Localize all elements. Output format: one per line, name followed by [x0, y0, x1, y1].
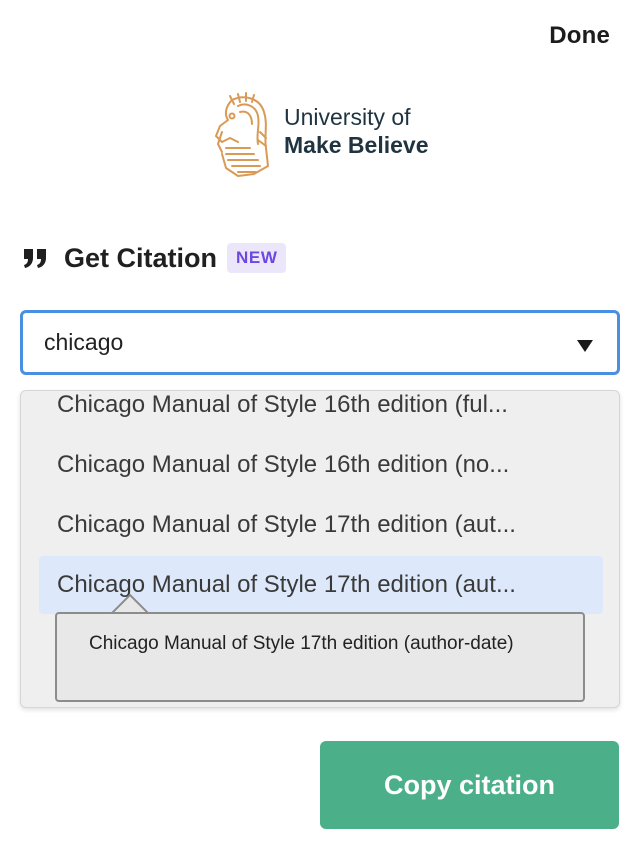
dropdown-option[interactable]: Chicago Manual of Style 16th edition (fu…	[39, 391, 603, 434]
logo-wordmark: University of Make Believe	[284, 104, 428, 160]
citation-style-select[interactable]: chicago	[20, 310, 620, 375]
caret-down-icon[interactable]	[577, 340, 593, 352]
copy-citation-button[interactable]: Copy citation	[320, 741, 619, 829]
select-value: chicago	[44, 329, 124, 355]
logo-line-1: University of	[284, 104, 411, 130]
new-badge: NEW	[227, 243, 287, 273]
dropdown-option[interactable]: Chicago Manual of Style 16th edition (no…	[39, 436, 603, 494]
get-citation-header: Get Citation NEW	[22, 238, 287, 278]
option-tooltip: Chicago Manual of Style 17th edition (au…	[55, 612, 585, 702]
done-button[interactable]: Done	[549, 22, 610, 50]
citation-panel: Done University of Make Believe Get Cita…	[0, 0, 640, 856]
horse-head-logo-icon	[215, 92, 269, 177]
dropdown-option[interactable]: Chicago Manual of Style 17th edition (au…	[39, 496, 603, 554]
quote-icon	[24, 249, 46, 268]
section-title: Get Citation	[64, 242, 217, 273]
tooltip-arrow	[111, 594, 149, 614]
logo-line-2: Make Believe	[284, 132, 429, 158]
university-logo: University of Make Believe	[210, 92, 450, 178]
